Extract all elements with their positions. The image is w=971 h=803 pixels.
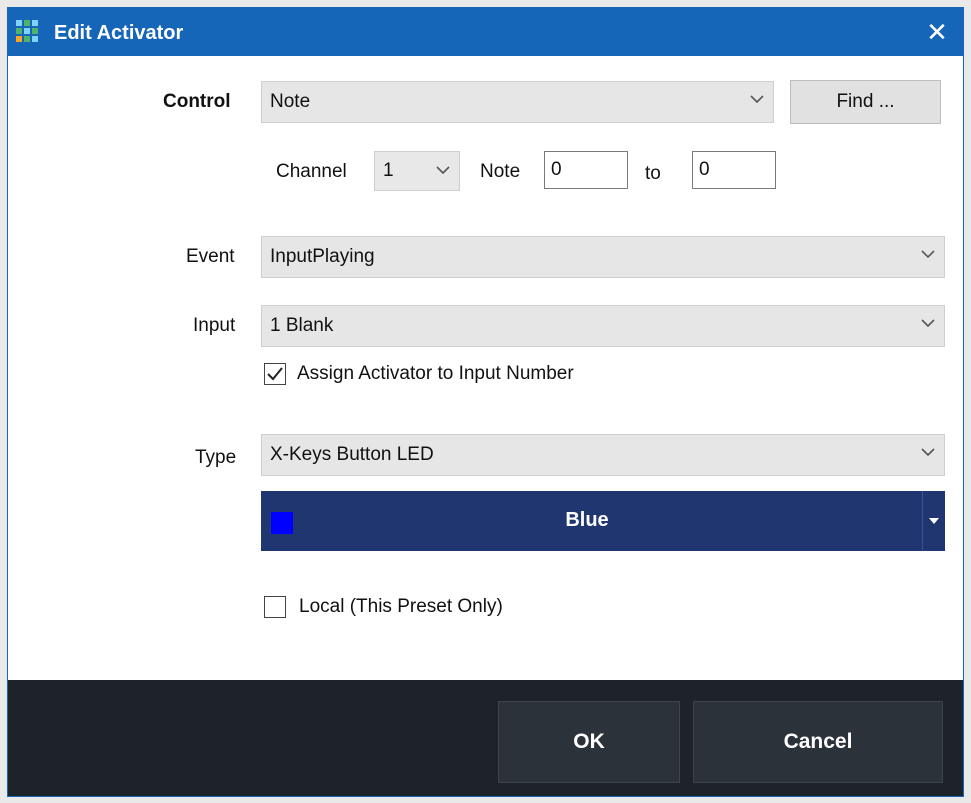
- control-value: Note: [270, 91, 311, 112]
- color-name: Blue: [565, 509, 609, 531]
- control-label: Control: [163, 91, 231, 112]
- type-label: Type: [195, 447, 237, 468]
- ok-button[interactable]: OK: [498, 701, 680, 783]
- chevron-down-icon: [750, 95, 764, 104]
- input-label: Input: [193, 315, 236, 336]
- dialog-footer: OK Cancel: [8, 680, 963, 796]
- color-picker[interactable]: Blue: [261, 491, 945, 551]
- close-icon[interactable]: ✕: [919, 14, 955, 50]
- event-value: InputPlaying: [270, 246, 375, 267]
- chevron-down-icon: [921, 250, 935, 259]
- event-select[interactable]: InputPlaying: [261, 236, 945, 278]
- event-label: Event: [186, 246, 235, 267]
- chevron-down-icon: [921, 319, 935, 328]
- type-select[interactable]: X-Keys Button LED: [261, 434, 945, 476]
- title-bar[interactable]: Edit Activator ✕: [8, 8, 963, 56]
- edit-activator-dialog: Edit Activator ✕ Control Note Find ... C…: [7, 7, 964, 797]
- control-select[interactable]: Note: [261, 81, 774, 123]
- note-from-input[interactable]: 0: [544, 151, 628, 189]
- channel-value: 1: [383, 160, 394, 181]
- chevron-down-icon: [436, 166, 450, 175]
- channel-select[interactable]: 1: [374, 151, 460, 191]
- note-to-value: 0: [699, 159, 710, 180]
- checkmark-icon: [267, 367, 283, 381]
- to-label: to: [645, 163, 661, 184]
- assign-activator-checkbox[interactable]: [264, 363, 286, 385]
- chevron-down-icon: [921, 448, 935, 457]
- input-select[interactable]: 1 Blank: [261, 305, 945, 347]
- assign-activator-label[interactable]: Assign Activator to Input Number: [297, 363, 574, 385]
- note-from-value: 0: [551, 159, 562, 180]
- find-button[interactable]: Find ...: [790, 80, 941, 124]
- cancel-button[interactable]: Cancel: [693, 701, 943, 783]
- note-to-input[interactable]: 0: [692, 151, 776, 189]
- channel-label: Channel: [276, 161, 347, 182]
- input-value: 1 Blank: [270, 315, 334, 336]
- note-label: Note: [480, 161, 521, 182]
- local-label[interactable]: Local (This Preset Only): [299, 596, 503, 618]
- window-title: Edit Activator: [54, 22, 184, 44]
- app-icon: [16, 20, 40, 44]
- local-checkbox[interactable]: [264, 596, 286, 618]
- color-dropdown-button[interactable]: [922, 491, 945, 551]
- type-value: X-Keys Button LED: [270, 444, 434, 465]
- caret-down-icon: [929, 518, 939, 524]
